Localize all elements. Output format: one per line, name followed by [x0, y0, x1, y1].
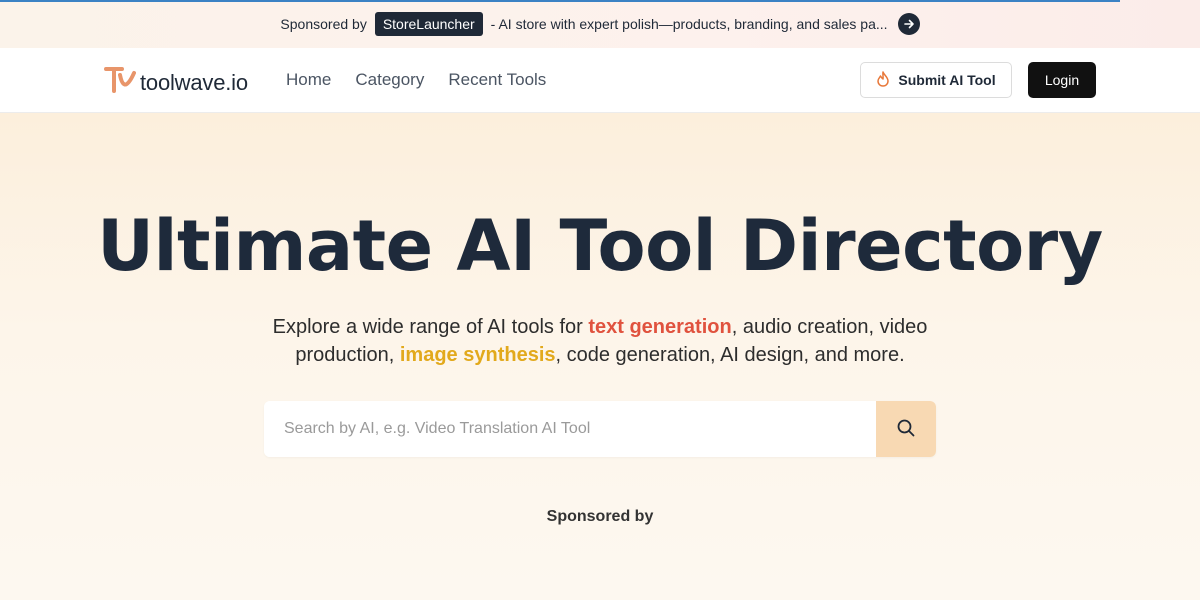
site-logo[interactable]: toolwave.io [104, 65, 248, 100]
submit-ai-tool-label: Submit AI Tool [898, 72, 996, 88]
logo-text: toolwave.io [140, 69, 248, 95]
sponsor-description[interactable]: - AI store with expert polish—products, … [491, 16, 888, 32]
search-bar [264, 401, 936, 457]
nav-category[interactable]: Category [355, 70, 424, 90]
hero-subtitle-part1: Explore a wide range of AI tools for [272, 316, 589, 338]
sponsor-banner[interactable]: Sponsored by StoreLauncher - AI store wi… [0, 0, 1200, 48]
arrow-right-icon[interactable] [897, 13, 920, 35]
main-nav: Home Category Recent Tools [286, 70, 546, 90]
hero-title: Ultimate AI Tool Directory [97, 205, 1103, 287]
sponsor-brand-chip[interactable]: StoreLauncher [374, 12, 483, 36]
sponsor-prefix: Sponsored by [280, 16, 367, 32]
search-button[interactable] [876, 401, 936, 457]
search-icon [896, 418, 916, 441]
nav-recent-tools[interactable]: Recent Tools [448, 70, 546, 90]
nav-home[interactable]: Home [286, 70, 331, 90]
submit-ai-tool-button[interactable]: Submit AI Tool [860, 62, 1012, 98]
hero-subtitle-part3: , code generation, AI design, and more. [555, 344, 905, 366]
highlight-text-generation: text generation [588, 316, 732, 338]
login-button[interactable]: Login [1028, 62, 1096, 98]
highlight-image-synthesis: image synthesis [399, 344, 556, 366]
fire-icon [876, 70, 890, 90]
toolwave-logo-icon [104, 65, 136, 100]
sponsored-label: Sponsored by [546, 508, 654, 525]
hero-subtitle: Explore a wide range of AI tools for tex… [250, 313, 950, 369]
hero-section: Ultimate AI Tool Directory Explore a wid… [0, 113, 1200, 600]
site-header: toolwave.io Home Category Recent Tools S… [0, 48, 1200, 113]
top-progress-line [0, 0, 1120, 2]
search-input[interactable] [264, 401, 876, 457]
